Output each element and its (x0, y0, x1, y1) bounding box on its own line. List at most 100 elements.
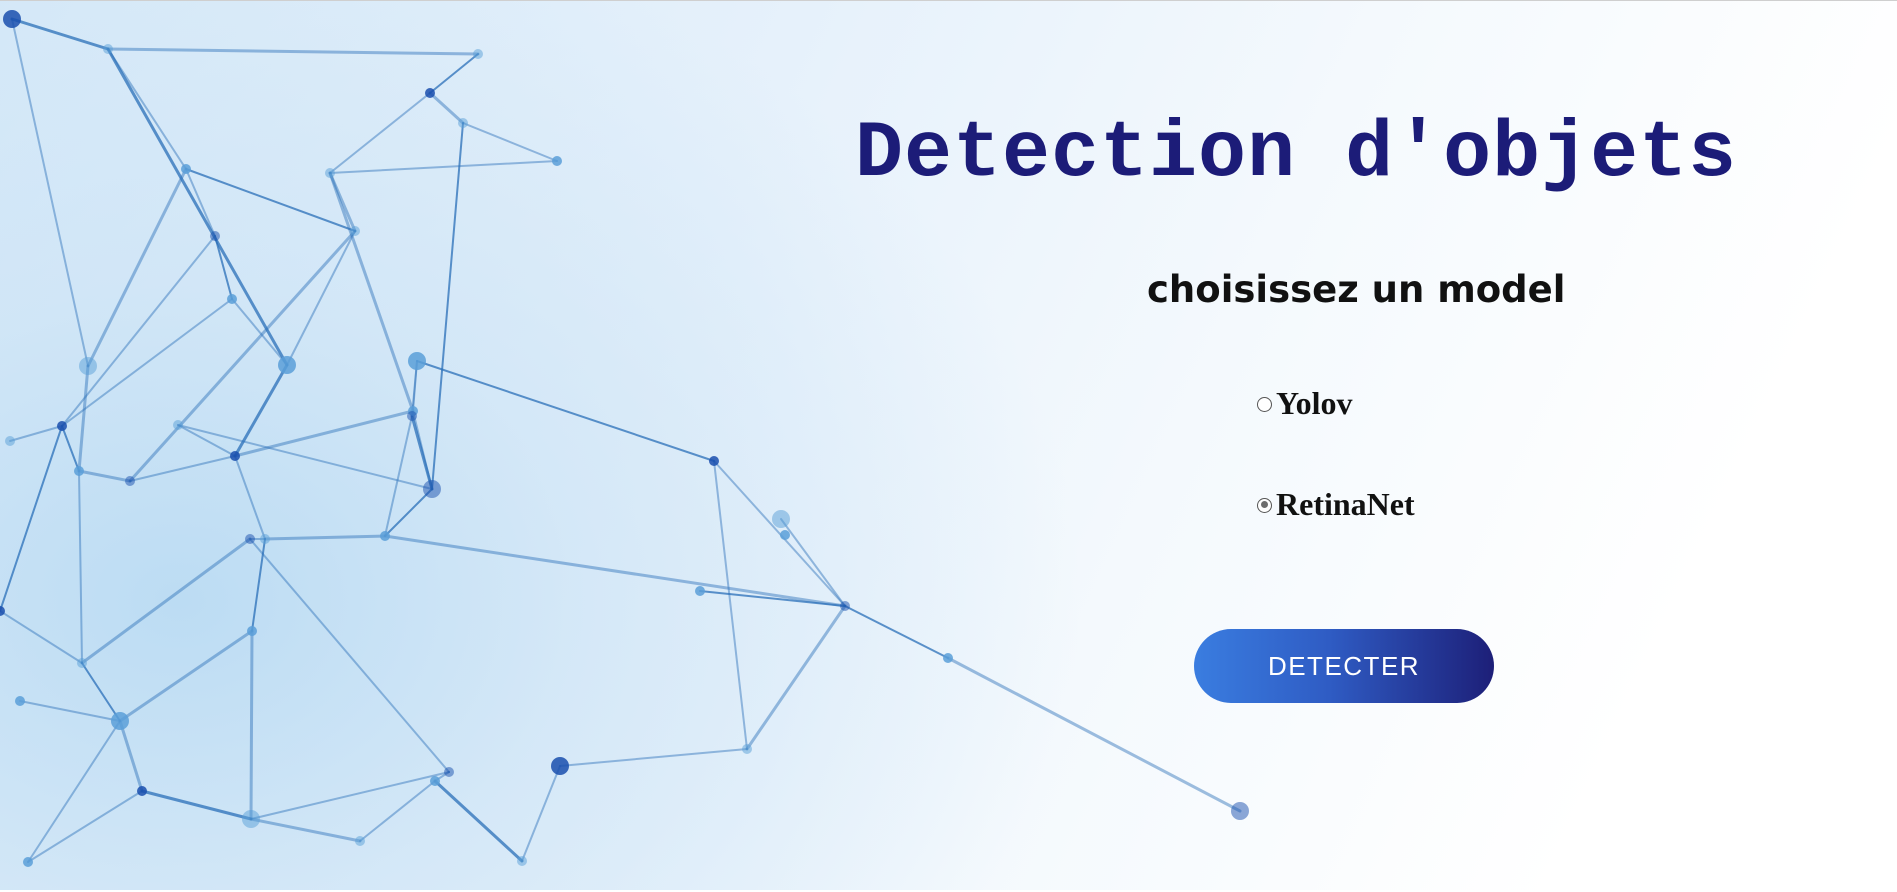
network-line (559, 748, 748, 767)
network-line (118, 719, 144, 793)
network-node (227, 294, 237, 304)
network-line (77, 364, 90, 473)
network-line (0, 610, 83, 664)
network-line (77, 469, 132, 483)
network-node (780, 530, 790, 540)
network-line (81, 662, 121, 722)
radio-yolov[interactable] (1257, 396, 1272, 412)
network-line (429, 53, 479, 94)
network-node (772, 510, 790, 528)
network-node (473, 49, 483, 59)
network-node (242, 810, 260, 828)
network-line (699, 590, 846, 607)
network-node (458, 118, 468, 128)
network-line (19, 700, 121, 722)
network-node (551, 757, 569, 775)
network-node (57, 421, 67, 431)
network-line (410, 414, 434, 491)
network-node (23, 857, 33, 867)
network-line (249, 817, 362, 843)
network-line (27, 720, 121, 863)
network-line (177, 424, 433, 490)
detect-button[interactable]: DETECTER (1194, 629, 1494, 703)
network-node (742, 744, 752, 754)
network-node (79, 357, 97, 375)
network-line (431, 122, 464, 490)
network-line (844, 605, 949, 659)
network-line (263, 534, 387, 541)
network-node (695, 586, 705, 596)
model-option-label: RetinaNet (1276, 486, 1415, 522)
network-line (231, 298, 288, 366)
network-node (407, 411, 417, 421)
network-node (3, 10, 21, 28)
network-line (713, 460, 748, 750)
network-node (355, 836, 365, 846)
network-line (78, 470, 83, 664)
network-node (173, 420, 183, 430)
network-line (9, 425, 63, 442)
network-node (77, 658, 87, 668)
network-line (249, 538, 450, 773)
radio-retinanet[interactable] (1257, 497, 1272, 513)
network-line (0, 425, 63, 612)
network-node (103, 44, 113, 54)
network-line (286, 230, 356, 366)
network-line (384, 415, 413, 537)
network-node (517, 856, 527, 866)
network-node (74, 466, 84, 476)
model-option-retinanet[interactable]: RetinaNet (1257, 484, 1415, 524)
network-node (430, 776, 440, 786)
model-option-yolov[interactable]: Yolov (1257, 383, 1352, 423)
network-line (428, 91, 465, 125)
network-node (230, 451, 240, 461)
network-node (380, 531, 390, 541)
network-node (247, 626, 257, 636)
network-line (10, 17, 110, 51)
network-node (125, 476, 135, 486)
network-line (106, 47, 480, 56)
network-line (80, 537, 252, 665)
network-line (329, 92, 431, 174)
network-line (177, 424, 236, 457)
network-node (181, 164, 191, 174)
network-node (325, 168, 335, 178)
network-line (433, 779, 524, 863)
network-line (233, 409, 415, 458)
network-line (140, 789, 253, 821)
network-line (214, 235, 233, 300)
network-line (27, 790, 143, 863)
network-node (5, 436, 15, 446)
network-line (106, 47, 289, 367)
network-node (423, 480, 441, 498)
network-node (444, 767, 454, 777)
network-line (329, 160, 558, 174)
network-node (245, 534, 255, 544)
network-node (350, 226, 360, 236)
network-node (425, 88, 435, 98)
network-line (328, 171, 415, 413)
network-line (780, 518, 846, 607)
network-line (745, 604, 847, 751)
network-line (129, 455, 236, 482)
network-node (15, 696, 25, 706)
network-node (408, 352, 426, 370)
network-line (462, 122, 558, 162)
network-line (383, 534, 847, 608)
network-line (86, 167, 188, 368)
network-node (278, 356, 296, 374)
network-node (709, 456, 719, 466)
network-line (416, 360, 715, 462)
network-line (713, 460, 846, 607)
network-node (1231, 802, 1249, 820)
network-line (384, 488, 433, 537)
network-node (840, 601, 850, 611)
network-line (521, 765, 561, 862)
network-node (137, 786, 147, 796)
network-node (111, 712, 129, 730)
network-line (61, 425, 80, 472)
model-prompt: choisissez un model (1147, 268, 1566, 311)
network-line (11, 18, 89, 367)
network-line (118, 629, 254, 723)
network-node (210, 231, 220, 241)
